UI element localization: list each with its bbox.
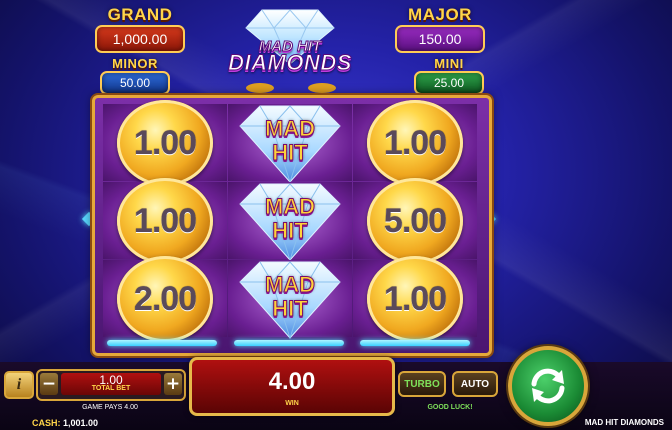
bet-decrease-button[interactable]: − — [40, 373, 58, 395]
jackpot-mini-label: MINI — [434, 56, 464, 71]
coin-value: 1.00 — [383, 279, 447, 318]
reel-indicator-bar — [360, 340, 470, 346]
jackpot-minor: MINOR 50.00 — [100, 56, 170, 95]
gem-text-line2: HIT — [272, 296, 308, 321]
jackpot-major-label: MAJOR — [408, 5, 472, 24]
reel-grid: 1.00 1.00 2.00 MAD HIT MAD HIT MAD HIT 1.00 5.00 1.… — [92, 95, 492, 356]
jackpot-grand-value: 1,000.00 — [95, 25, 185, 53]
gold-coin-icon: 1.00 — [367, 100, 463, 186]
reel-indicator-bar — [107, 340, 217, 346]
good-luck-text: GOOD LUCK! — [427, 404, 473, 411]
game-stage: GRAND 1,000.00 MAJOR 150.00 MINOR 50.00 … — [0, 0, 672, 430]
reel-cell: 5.00 — [353, 178, 477, 264]
mad-hit-diamond-icon: MAD HIT — [236, 258, 344, 340]
mad-hit-diamond-icon: MAD HIT — [236, 102, 344, 184]
reel-cell: 1.00 — [353, 256, 477, 342]
reel-cell: MAD HIT — [228, 180, 352, 262]
reel-cell: MAD HIT — [228, 258, 352, 340]
gem-text-line1: MAD — [264, 272, 316, 297]
reel-cell: MAD HIT — [228, 102, 352, 184]
cash-value: 1,001.00 — [63, 418, 99, 428]
cash-balance: CASH: 1,001.00 — [32, 418, 98, 428]
reel-cell: 2.00 — [103, 256, 227, 342]
reel-cell: 1.00 — [103, 100, 227, 186]
jackpot-grand-label: GRAND — [107, 5, 173, 24]
gem-text-line2: HIT — [272, 140, 308, 165]
cash-label: CASH: — [32, 418, 61, 428]
coin-value: 1.00 — [133, 123, 197, 162]
gem-text-line2: HIT — [272, 218, 308, 243]
win-label: WIN — [285, 400, 299, 407]
game-pays-text: GAME PAYS 4.00 — [82, 404, 138, 411]
reel-cell: 1.00 — [103, 178, 227, 264]
jackpot-minor-value: 50.00 — [100, 71, 170, 95]
jackpot-major-value: 150.00 — [395, 25, 485, 53]
coin-value: 1.00 — [383, 123, 447, 162]
bet-display: 1.00 TOTAL BET — [61, 373, 161, 395]
jackpot-mini-value: 25.00 — [414, 71, 484, 95]
jackpot-mini: MINI 25.00 — [414, 56, 484, 95]
coin-value: 1.00 — [133, 201, 197, 240]
bet-increase-button[interactable]: + — [164, 373, 182, 395]
footer-game-title: MAD HIT DIAMONDS — [584, 418, 664, 427]
bet-selector: − 1.00 TOTAL BET + — [36, 369, 186, 401]
jackpot-grand: GRAND 1,000.00 — [95, 5, 185, 53]
jackpot-major: MAJOR 150.00 — [395, 5, 485, 53]
info-button[interactable]: i — [4, 371, 34, 399]
mad-hit-diamond-icon: MAD HIT — [236, 180, 344, 262]
win-display: 4.00 WIN — [189, 357, 395, 416]
spin-button[interactable] — [508, 346, 588, 426]
gold-coin-icon: 5.00 — [367, 178, 463, 264]
reel-indicator-bar — [234, 340, 344, 346]
gold-coin-icon: 2.00 — [117, 256, 213, 342]
jackpot-minor-label: MINOR — [112, 56, 158, 71]
gem-text-line1: MAD — [264, 116, 316, 141]
win-value: 4.00 — [268, 368, 316, 395]
coin-value: 2.00 — [133, 279, 197, 318]
auto-button[interactable]: AUTO — [452, 371, 498, 397]
turbo-button[interactable]: TURBO — [398, 371, 446, 397]
logo-line2: DIAMONDS — [228, 50, 352, 76]
spin-arrows-icon — [531, 368, 565, 404]
gem-text-line1: MAD — [264, 194, 316, 219]
game-logo: MAD HIT DIAMONDS — [220, 2, 360, 94]
gold-coin-icon: 1.00 — [117, 178, 213, 264]
gold-coin-icon: 1.00 — [117, 100, 213, 186]
coin-value: 5.00 — [383, 201, 447, 240]
total-bet-label: TOTAL BET — [91, 385, 131, 392]
reel-cell: 1.00 — [353, 100, 477, 186]
gold-coin-icon: 1.00 — [367, 256, 463, 342]
